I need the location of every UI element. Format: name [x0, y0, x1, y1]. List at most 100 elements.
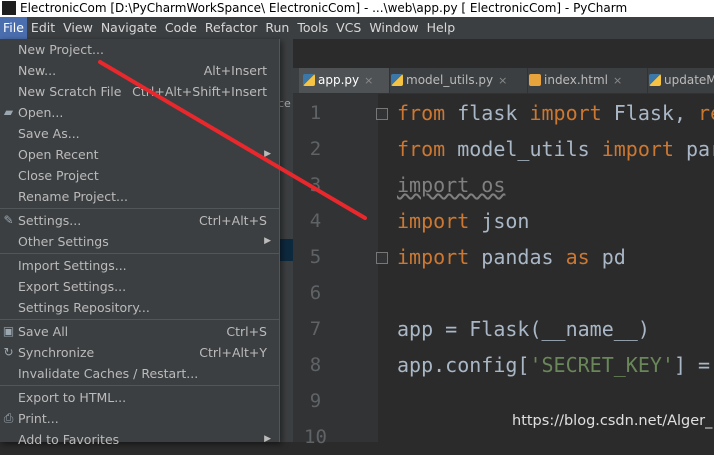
menu-item-shortcut: Ctrl+Alt+Shift+Insert	[132, 84, 267, 99]
save-icon: ▣	[2, 324, 15, 338]
project-selected-row[interactable]	[278, 239, 293, 261]
menu-refactor[interactable]: Refactor	[201, 17, 261, 39]
menu-separator	[0, 319, 279, 320]
code-token: app.config[	[397, 353, 530, 377]
menu-file[interactable]: File	[0, 17, 27, 39]
fold-marker-icon[interactable]	[376, 108, 388, 120]
menu-item-save-as[interactable]: Save As...	[0, 123, 279, 144]
menu-item-new[interactable]: New... Alt+Insert	[0, 60, 279, 81]
close-icon[interactable]: ×	[364, 74, 373, 87]
code-token: import	[397, 209, 470, 233]
menu-edit[interactable]: Edit	[27, 17, 59, 39]
menu-separator	[0, 208, 279, 209]
menu-item-print[interactable]: ⎙ Print...	[0, 408, 279, 429]
code-token: re	[698, 101, 714, 125]
menu-vcs[interactable]: VCS	[332, 17, 365, 39]
code-line[interactable]: import pandas as pd	[397, 239, 626, 275]
fold-marker-icon[interactable]	[376, 252, 388, 264]
code-line[interactable]: app = Flask(__name__)	[397, 311, 650, 347]
python-file-icon	[391, 74, 403, 86]
menu-code[interactable]: Code	[161, 17, 201, 39]
menu-item-invalidate-caches-restart[interactable]: Invalidate Caches / Restart...	[0, 363, 279, 384]
menu-item-close-project[interactable]: Close Project	[0, 165, 279, 186]
code-token: 'SECRET_KEY'	[529, 353, 674, 377]
editor-tab-bar: app.py × model_utils.py × index.html × updateM…	[293, 68, 714, 94]
menu-item-label: Export Settings...	[18, 279, 127, 294]
code-token: from	[397, 137, 446, 161]
menu-item-new-project[interactable]: New Project...	[0, 39, 279, 60]
close-icon[interactable]: ×	[613, 74, 622, 87]
folder-icon: ▰	[3, 105, 14, 119]
menu-item-other-settings[interactable]: Other Settings ▶	[0, 231, 279, 252]
menu-item-label: New Scratch File	[18, 84, 122, 99]
code-line[interactable]: app.config['SECRET_KEY'] =	[397, 347, 710, 383]
code-token: Flask,	[601, 101, 699, 125]
menu-item-open[interactable]: ▰ Open...	[0, 102, 279, 123]
submenu-arrow-icon: ▶	[264, 434, 271, 444]
submenu-arrow-icon: ▶	[264, 149, 271, 159]
code-token: as	[565, 245, 590, 269]
tab-app-py[interactable]: app.py ×	[299, 68, 390, 93]
tab-index-html[interactable]: index.html ×	[525, 68, 648, 93]
menu-item-label: Add to Favorites	[18, 432, 120, 447]
line-number: 5	[309, 246, 322, 268]
code-token: json	[469, 209, 530, 233]
python-file-icon	[303, 74, 315, 86]
menu-item-shortcut: Ctrl+S	[226, 324, 267, 339]
menu-item-rename-project[interactable]: Rename Project...	[0, 186, 279, 207]
menu-item-label: Print...	[18, 411, 59, 426]
tab-updatemo[interactable]: updateMo	[645, 68, 714, 93]
line-number: 1	[309, 102, 322, 124]
code-line[interactable]: import os	[397, 167, 505, 203]
line-number: 4	[309, 210, 322, 232]
line-number: 2	[309, 138, 322, 160]
menu-item-label: Open...	[18, 105, 64, 120]
menu-item-label: Close Project	[18, 168, 99, 183]
menu-view[interactable]: View	[59, 17, 97, 39]
tab-label: index.html	[544, 73, 608, 87]
code-token: par	[686, 137, 714, 161]
menu-item-save-all[interactable]: ▣ Save All Ctrl+S	[0, 321, 279, 342]
code-token: from	[397, 101, 446, 125]
menu-item-new-scratch-file[interactable]: New Scratch File Ctrl+Alt+Shift+Insert	[0, 81, 279, 102]
code-token: import	[601, 137, 674, 161]
menu-item-label: New...	[18, 63, 57, 78]
pycharm-icon	[2, 1, 16, 15]
code-line[interactable]: from model_utils import par	[397, 131, 714, 167]
menu-window[interactable]: Window	[365, 17, 422, 39]
code-token: pd	[589, 245, 626, 269]
menu-run[interactable]: Run	[261, 17, 293, 39]
tab-model-utils-py[interactable]: model_utils.py ×	[387, 68, 528, 93]
menu-item-settings[interactable]: ✎ Settings... Ctrl+Alt+S	[0, 210, 279, 231]
menu-item-export-to-html[interactable]: Export to HTML...	[0, 387, 279, 408]
code-line[interactable]: import json	[397, 203, 529, 239]
menu-item-export-settings[interactable]: Export Settings...	[0, 276, 279, 297]
menu-item-open-recent[interactable]: Open Recent ▶	[0, 144, 279, 165]
menu-item-synchronize[interactable]: ↻ Synchronize Ctrl+Alt+Y	[0, 342, 279, 363]
line-number: 10	[304, 426, 327, 448]
menu-item-shortcut: Ctrl+Alt+S	[198, 213, 267, 228]
line-number: 8	[309, 354, 322, 376]
code-token: import os	[397, 173, 506, 197]
print-icon: ⎙	[3, 411, 14, 425]
menu-separator	[0, 253, 279, 254]
menu-tools[interactable]: Tools	[293, 17, 332, 39]
menu-item-label: Settings Repository...	[18, 300, 150, 315]
submenu-arrow-icon: ▶	[264, 236, 271, 246]
menu-item-label: Rename Project...	[18, 189, 128, 204]
menu-item-import-settings[interactable]: Import Settings...	[0, 255, 279, 276]
menu-item-shortcut: Alt+Insert	[203, 63, 267, 78]
html-file-icon	[529, 74, 541, 86]
menu-help[interactable]: Help	[423, 17, 460, 39]
code-token: flask	[445, 101, 530, 125]
code-line[interactable]: from flask import Flask, re	[397, 95, 714, 131]
tab-label: updateMo	[664, 73, 714, 87]
menu-navigate[interactable]: Navigate	[97, 17, 161, 39]
python-file-icon	[649, 74, 661, 86]
menu-item-label: Synchronize	[18, 345, 95, 360]
line-number: 9	[309, 390, 322, 412]
wrench-icon: ✎	[3, 213, 14, 227]
close-icon[interactable]: ×	[498, 74, 507, 87]
menu-item-add-to-favorites[interactable]: Add to Favorites ▶	[0, 429, 279, 450]
menu-item-settings-repository[interactable]: Settings Repository...	[0, 297, 279, 318]
